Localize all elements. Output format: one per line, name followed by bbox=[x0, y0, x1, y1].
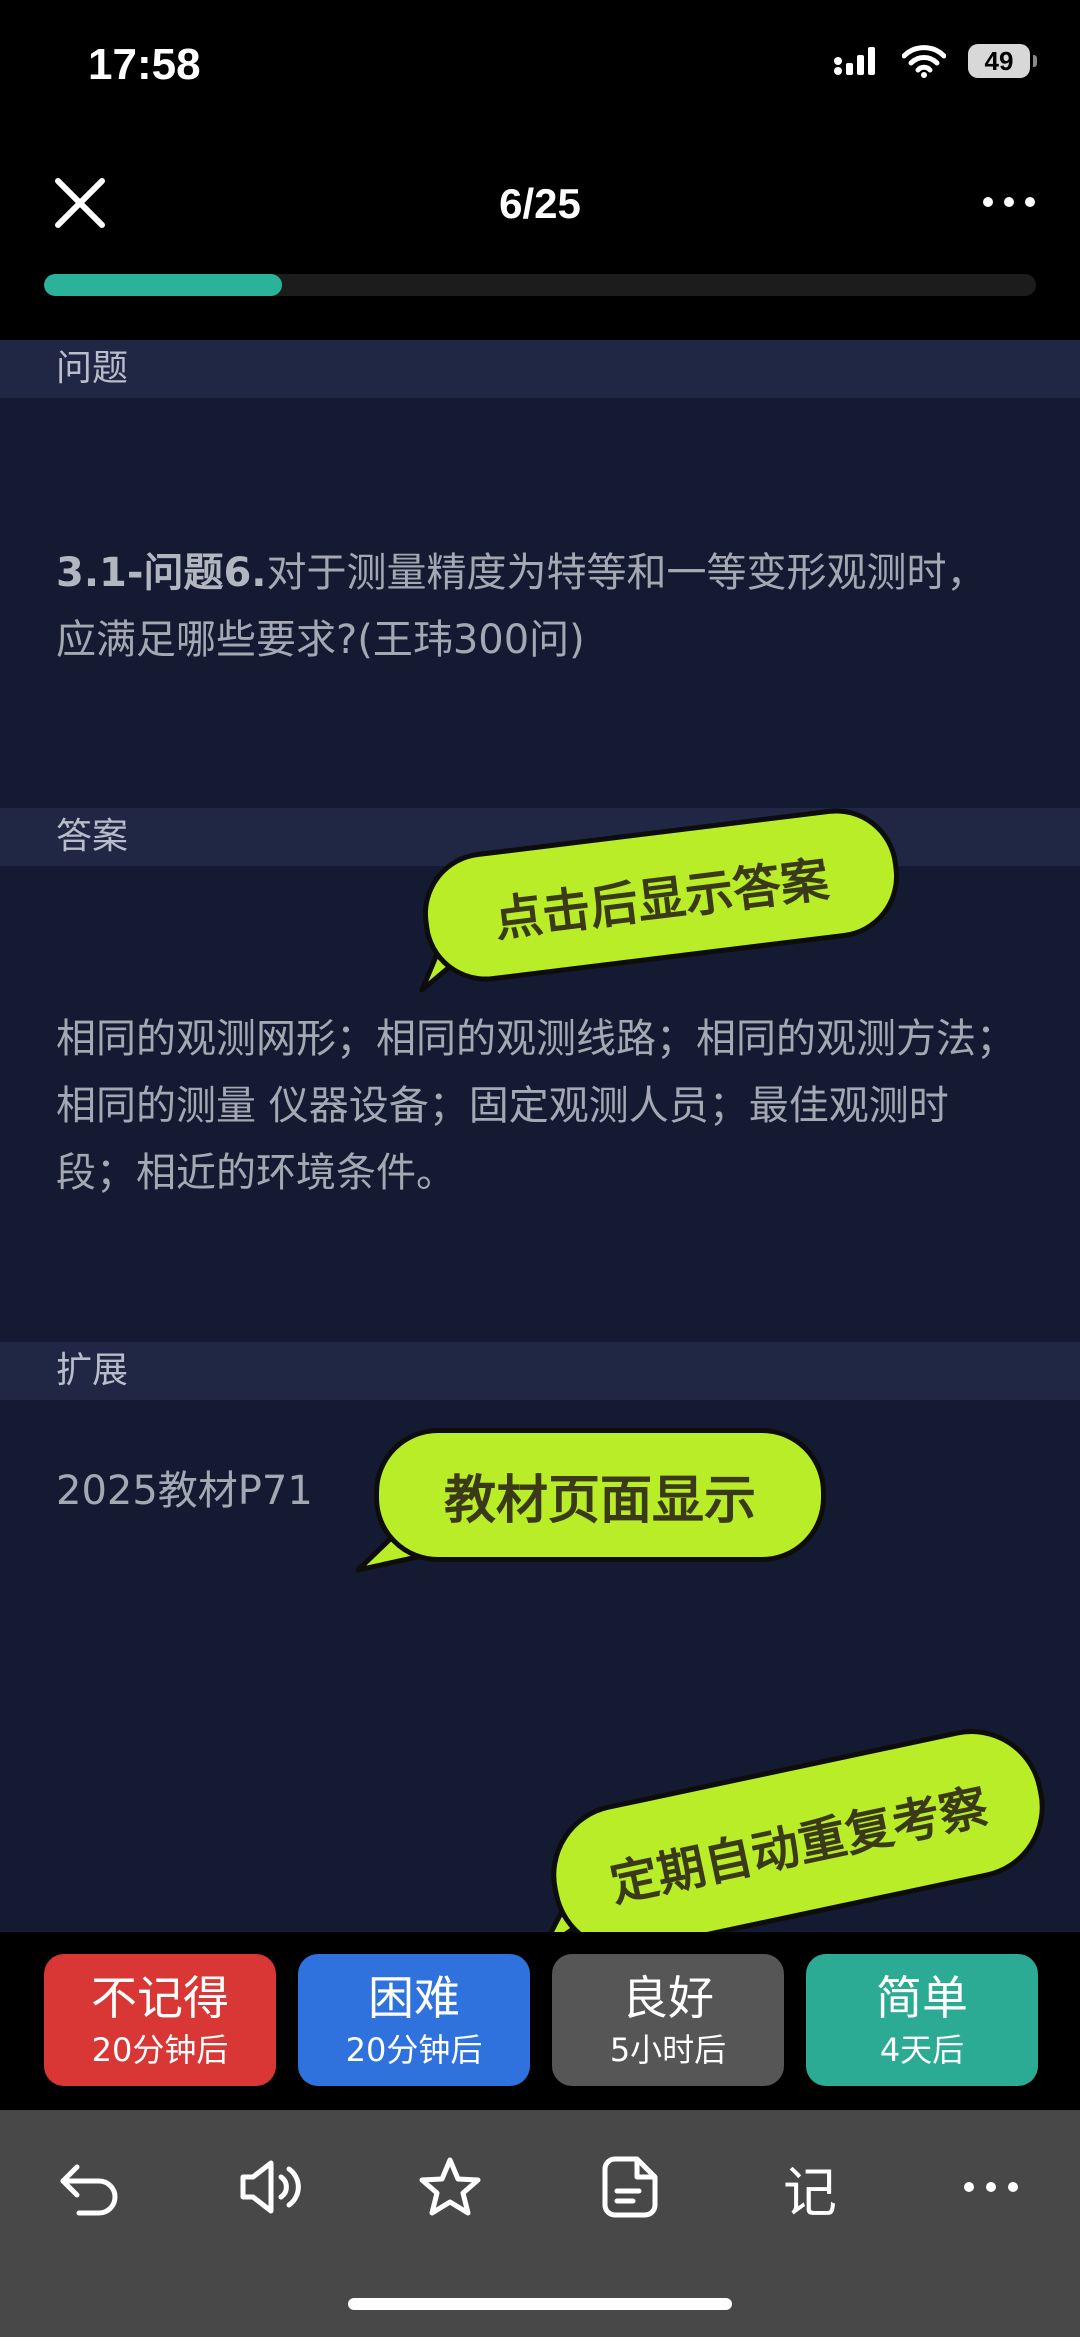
speaker-icon bbox=[240, 2160, 301, 2214]
note-icon: 记 bbox=[783, 2160, 837, 2224]
callout-textbook-text: 教材页面显示 bbox=[374, 1428, 826, 1562]
undo-button[interactable] bbox=[44, 2142, 134, 2232]
question-header: 问题 bbox=[0, 340, 1080, 398]
card-info-button[interactable] bbox=[585, 2142, 675, 2232]
question-text: 3.1-问题6.对于测量精度为特等和一等变形观测时， 应满足哪些要求?(王玮30… bbox=[56, 540, 1026, 674]
rate-forgot-button[interactable]: 不记得 20分钟后 bbox=[44, 1954, 276, 2086]
rating-bar: 不记得 20分钟后 困难 20分钟后 良好 5小时后 简单 4天后 bbox=[0, 1932, 1080, 2110]
document-icon bbox=[602, 2156, 658, 2218]
rate-label: 良好 bbox=[622, 1971, 714, 2025]
rate-hard-button[interactable]: 困难 20分钟后 bbox=[298, 1954, 530, 2086]
undo-icon bbox=[60, 2164, 118, 2216]
progress-bar bbox=[44, 274, 1036, 296]
card-counter: 6/25 bbox=[499, 180, 581, 227]
rate-interval: 4天后 bbox=[879, 2031, 965, 2069]
status-icons: 49 bbox=[832, 44, 1037, 78]
rate-interval: 20分钟后 bbox=[345, 2031, 483, 2069]
cellular-signal-icon bbox=[834, 47, 875, 75]
rate-label: 简单 bbox=[876, 1971, 968, 2025]
question-prefix: 3.1-问题6. bbox=[56, 550, 267, 596]
flashcard[interactable]: 问题 3.1-问题6.对于测量精度为特等和一等变形观测时， 应满足哪些要求?(王… bbox=[0, 340, 1080, 1932]
wifi-icon bbox=[902, 45, 946, 78]
more-actions-button[interactable] bbox=[946, 2142, 1036, 2232]
status-time: 17:58 bbox=[88, 40, 201, 89]
battery-icon: 49 bbox=[968, 44, 1037, 78]
rate-easy-button[interactable]: 简单 4天后 bbox=[806, 1954, 1038, 2086]
extension-header: 扩展 bbox=[0, 1342, 1080, 1400]
progress-fill bbox=[44, 274, 283, 296]
more-options-icon[interactable] bbox=[978, 182, 1040, 222]
star-icon bbox=[419, 2157, 481, 2216]
rate-interval: 20分钟后 bbox=[91, 2031, 229, 2069]
rate-good-button[interactable]: 良好 5小时后 bbox=[552, 1954, 784, 2086]
rate-label: 困难 bbox=[368, 1971, 460, 2025]
favorite-button[interactable] bbox=[405, 2142, 495, 2232]
more-horizontal-icon bbox=[964, 2182, 1018, 2192]
answer-text: 相同的观测网形；相同的观测线路；相同的观测方法；相同的测量 仪器设备；固定观测人… bbox=[56, 1016, 1016, 1196]
rate-interval: 5小时后 bbox=[609, 2031, 727, 2069]
rate-label: 不记得 bbox=[91, 1971, 229, 2025]
home-indicator bbox=[348, 2298, 732, 2310]
audio-button[interactable] bbox=[225, 2142, 315, 2232]
note-button[interactable]: 记 bbox=[765, 2142, 855, 2232]
